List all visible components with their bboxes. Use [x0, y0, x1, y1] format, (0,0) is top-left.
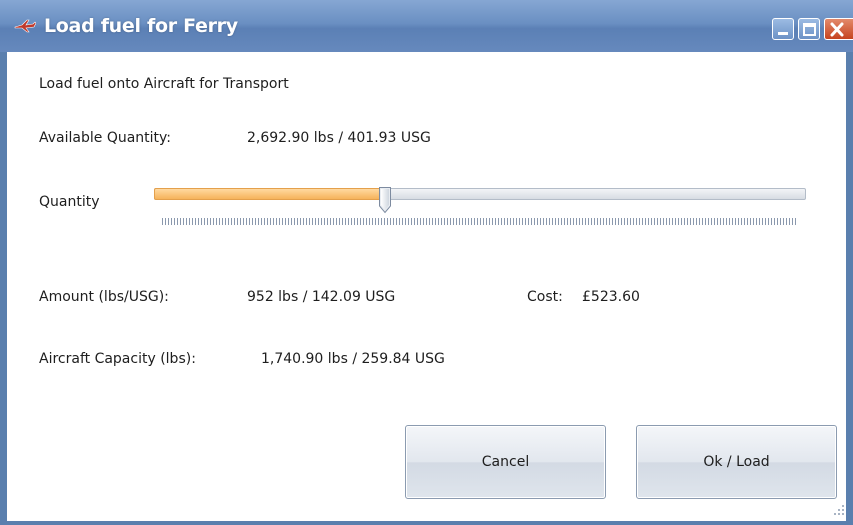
cancel-button[interactable]: Cancel	[405, 425, 606, 499]
window-title: Load fuel for Ferry	[44, 15, 238, 37]
maximize-icon	[803, 23, 816, 36]
close-icon	[830, 22, 844, 37]
amount-value: 952 lbs / 142.09 USG	[247, 289, 396, 305]
slider-thumb[interactable]	[378, 186, 392, 214]
ok-load-button[interactable]: Ok / Load	[636, 425, 837, 499]
slider-ticks	[162, 218, 798, 225]
resize-grip-icon[interactable]	[832, 503, 846, 517]
available-quantity-label: Available Quantity:	[39, 130, 172, 146]
cost-label: Cost:	[527, 289, 563, 305]
aircraft-capacity-label: Aircraft Capacity (lbs):	[39, 351, 196, 367]
quantity-label: Quantity	[39, 194, 100, 210]
cost-value: £523.60	[582, 289, 640, 305]
title-bar[interactable]: Load fuel for Ferry	[0, 0, 853, 52]
close-button[interactable]	[824, 18, 853, 40]
available-quantity-value: 2,692.90 lbs / 401.93 USG	[247, 130, 431, 146]
maximize-button[interactable]	[798, 18, 820, 40]
quantity-slider[interactable]	[154, 186, 806, 214]
amount-label: Amount (lbs/USG):	[39, 289, 169, 305]
minimize-icon	[778, 32, 788, 35]
slider-fill	[154, 188, 385, 200]
airplane-icon	[14, 18, 37, 33]
dialog-heading: Load fuel onto Aircraft for Transport	[39, 76, 289, 92]
minimize-button[interactable]	[772, 18, 794, 40]
aircraft-capacity-value: 1,740.90 lbs / 259.84 USG	[261, 351, 445, 367]
